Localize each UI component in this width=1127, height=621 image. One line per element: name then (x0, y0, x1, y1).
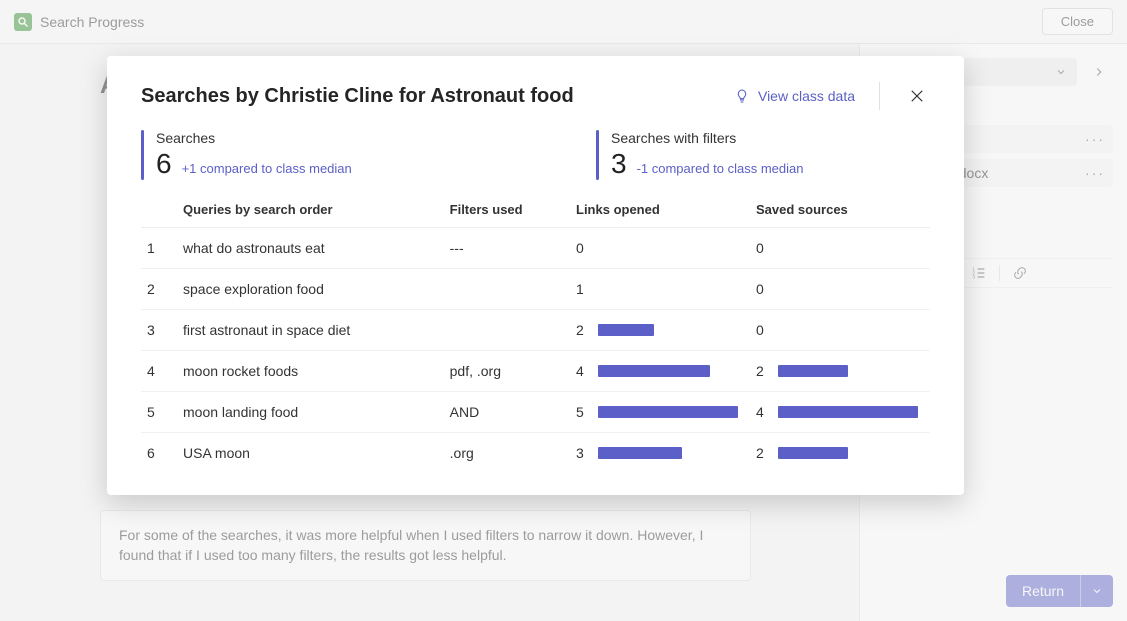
cell-query: what do astronauts eat (177, 228, 444, 269)
col-links: Links opened (570, 192, 750, 228)
queries-table: Queries by search order Filters used Lin… (141, 192, 930, 473)
cell-query: space exploration food (177, 269, 444, 310)
cell-saved: 0 (750, 269, 930, 310)
link-icon[interactable] (1012, 265, 1028, 281)
saved-value: 2 (756, 445, 764, 461)
cell-order: 1 (141, 228, 177, 269)
links-value: 2 (576, 322, 584, 338)
cell-query: USA moon (177, 433, 444, 474)
cell-filters: pdf, .org (444, 351, 570, 392)
links-bar (598, 406, 738, 418)
cell-saved: 4 (750, 392, 930, 433)
stat-searches-compare[interactable]: +1 compared to class median (182, 161, 352, 176)
stat-searches-label: Searches (156, 130, 352, 146)
cell-filters (444, 269, 570, 310)
table-row: 1what do astronauts eat--- 0 0 (141, 228, 930, 269)
reflection-text: For some of the searches, it was more he… (119, 527, 703, 563)
table-row: 4moon rocket foodspdf, .org42 (141, 351, 930, 392)
saved-value: 2 (756, 363, 764, 379)
view-class-data-label: View class data (758, 88, 855, 104)
saved-value: 0 (756, 281, 764, 297)
cell-saved: 0 (750, 228, 930, 269)
stat-filters-label: Searches with filters (611, 130, 804, 146)
more-icon[interactable]: ··· (1085, 165, 1105, 181)
table-row: 5moon landing foodAND54 (141, 392, 930, 433)
cell-filters: --- (444, 228, 570, 269)
links-value: 3 (576, 445, 584, 461)
col-saved: Saved sources (750, 192, 930, 228)
saved-value: 0 (756, 322, 764, 338)
stat-filters: Searches with filters 3 -1 compared to c… (596, 130, 804, 180)
app-title: Search Progress (40, 14, 144, 30)
modal-title: Searches by Christie Cline for Astronaut… (141, 85, 574, 108)
close-button[interactable]: Close (1042, 8, 1113, 35)
next-student-button[interactable] (1085, 58, 1113, 86)
app-header: Search Progress Close (0, 0, 1127, 44)
stat-searches: Searches 6 +1 compared to class median (141, 130, 536, 180)
links-bar (598, 447, 682, 459)
cell-order: 3 (141, 310, 177, 351)
saved-bar (778, 447, 848, 459)
chevron-down-icon (1055, 66, 1067, 78)
cell-filters: AND (444, 392, 570, 433)
cell-query: moon landing food (177, 392, 444, 433)
cell-order: 6 (141, 433, 177, 474)
links-value: 4 (576, 363, 584, 379)
search-progress-icon (14, 13, 32, 31)
lightbulb-icon (734, 88, 750, 104)
saved-value: 0 (756, 240, 764, 256)
svg-text:3: 3 (972, 274, 975, 279)
stat-searches-value: 6 (156, 148, 172, 180)
stat-filters-value: 3 (611, 148, 627, 180)
cell-links: 5 (570, 392, 750, 433)
cell-links: 3 (570, 433, 750, 474)
saved-bar (778, 406, 918, 418)
cell-filters: .org (444, 433, 570, 474)
more-icon[interactable]: ··· (1085, 131, 1105, 147)
col-order (141, 192, 177, 228)
links-value: 1 (576, 281, 584, 297)
links-bar (598, 365, 710, 377)
cell-filters (444, 310, 570, 351)
cell-links: 1 (570, 269, 750, 310)
cell-links: 2 (570, 310, 750, 351)
cell-order: 2 (141, 269, 177, 310)
links-value: 5 (576, 404, 584, 420)
table-row: 2space exploration food 1 0 (141, 269, 930, 310)
cell-saved: 0 (750, 310, 930, 351)
cell-links: 4 (570, 351, 750, 392)
table-row: 6USA moon.org 3 2 (141, 433, 930, 474)
reflection-card: For some of the searches, it was more he… (100, 510, 751, 581)
cell-saved: 2 (750, 433, 930, 474)
saved-bar (778, 365, 848, 377)
saved-value: 4 (756, 404, 764, 420)
links-value: 0 (576, 240, 584, 256)
return-button[interactable]: Return (1006, 575, 1080, 607)
stat-filters-compare[interactable]: -1 compared to class median (637, 161, 804, 176)
table-row: 3first astronaut in space diet 2 0 (141, 310, 930, 351)
col-filters: Filters used (444, 192, 570, 228)
cell-query: moon rocket foods (177, 351, 444, 392)
cell-links: 0 (570, 228, 750, 269)
searches-modal: Searches by Christie Cline for Astronaut… (107, 56, 964, 495)
col-query: Queries by search order (177, 192, 444, 228)
cell-order: 4 (141, 351, 177, 392)
cell-order: 5 (141, 392, 177, 433)
cell-query: first astronaut in space diet (177, 310, 444, 351)
numbered-list-icon[interactable]: 123 (971, 265, 987, 281)
links-bar (598, 324, 654, 336)
view-class-data-link[interactable]: View class data (734, 88, 855, 104)
return-dropdown[interactable] (1080, 575, 1113, 607)
cell-saved: 2 (750, 351, 930, 392)
close-icon[interactable] (904, 85, 930, 107)
